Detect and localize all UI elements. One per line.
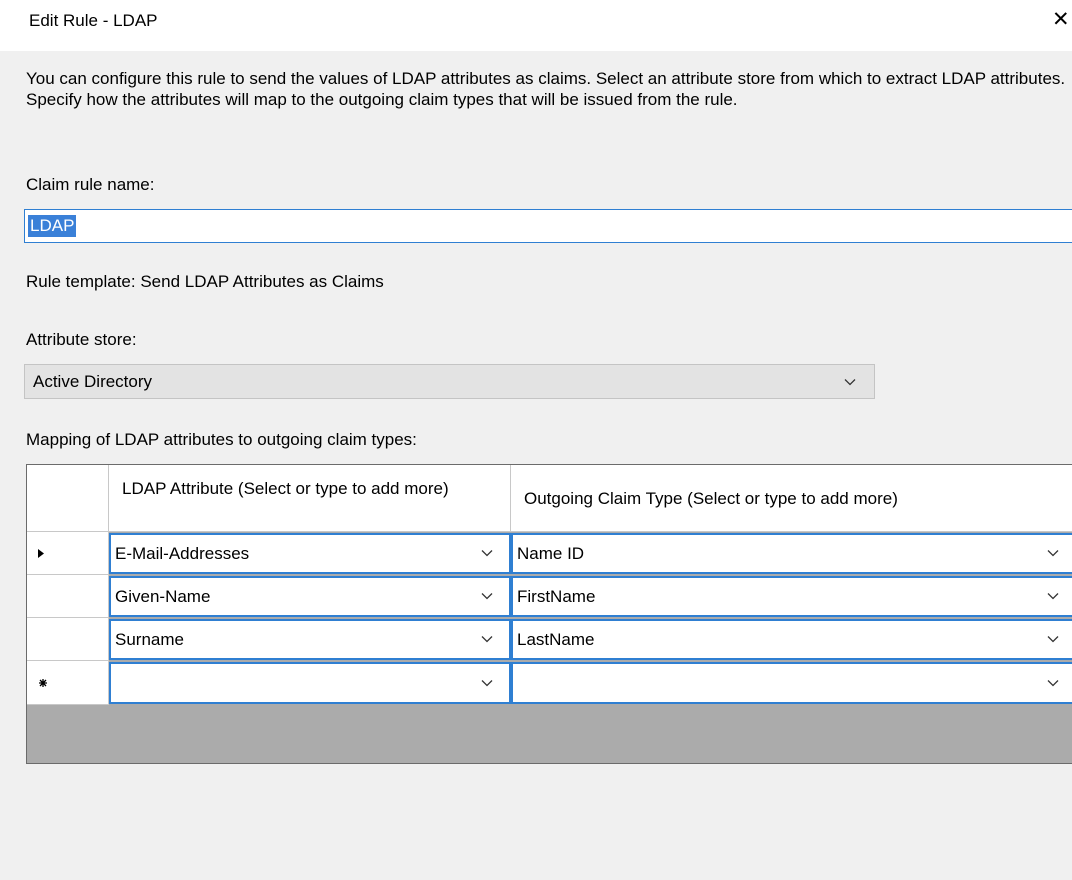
claim-rule-name-value: LDAP [28, 215, 77, 237]
column-header-ldap-attribute-text: LDAP Attribute (Select or type to add mo… [122, 479, 449, 498]
current-row-arrow-icon [38, 549, 44, 558]
claim-type-combo[interactable]: FirstName [511, 576, 1072, 617]
claim-type-value: FirstName [517, 587, 596, 606]
chevron-down-icon [1047, 680, 1059, 687]
chevron-down-icon [1047, 593, 1059, 600]
close-icon[interactable]: ✕ [1052, 7, 1072, 33]
chevron-down-icon [481, 593, 493, 600]
column-header-outgoing-claim-type-text: Outgoing Claim Type (Select or type to a… [524, 489, 898, 508]
claim-type-value: LastName [517, 630, 595, 649]
window-title: Edit Rule - LDAP [29, 11, 158, 30]
ldap-attribute-value: E-Mail-Addresses [115, 544, 250, 563]
ldap-attribute-value: Given-Name [115, 587, 211, 606]
column-header-outgoing-claim-type[interactable]: Outgoing Claim Type (Select or type to a… [511, 465, 1072, 532]
claim-rule-name-label: Claim rule name: [26, 175, 155, 194]
mapping-grid: LDAP Attribute (Select or type to add mo… [26, 464, 1072, 764]
column-header-ldap-attribute[interactable]: LDAP Attribute (Select or type to add mo… [109, 465, 511, 532]
row-header[interactable] [27, 661, 109, 705]
mapping-label: Mapping of LDAP attributes to outgoing c… [26, 430, 417, 449]
claim-type-combo[interactable] [511, 662, 1072, 704]
claim-type-value: Name ID [517, 544, 585, 563]
chevron-down-icon [481, 680, 493, 687]
attribute-store-select[interactable]: Active Directory [24, 364, 875, 399]
edit-rule-dialog: Edit Rule - LDAP ✕ You can configure thi… [0, 0, 1072, 880]
grid-corner-header [27, 465, 109, 532]
rule-description: You can configure this rule to send the … [26, 69, 1066, 109]
ldap-attribute-value: Surname [115, 630, 184, 649]
attribute-store-label: Attribute store: [26, 330, 137, 349]
rule-template-text: Rule template: Send LDAP Attributes as C… [26, 272, 384, 291]
chevron-down-icon [481, 550, 493, 557]
chevron-down-icon [1047, 550, 1059, 557]
row-header[interactable] [27, 618, 109, 661]
ldap-attribute-combo[interactable]: E-Mail-Addresses [109, 533, 511, 574]
ldap-attribute-combo[interactable]: Given-Name [109, 576, 511, 617]
claim-type-combo[interactable]: LastName [511, 619, 1072, 660]
ldap-attribute-combo[interactable]: Surname [109, 619, 511, 660]
chevron-down-icon [1047, 636, 1059, 643]
attribute-store-value: Active Directory [33, 372, 153, 391]
title-bar: Edit Rule - LDAP ✕ [0, 0, 1072, 51]
chevron-down-icon [481, 636, 493, 643]
row-header[interactable] [27, 575, 109, 618]
claim-rule-name-input[interactable]: LDAP [24, 209, 1072, 243]
chevron-down-icon [844, 379, 856, 386]
new-row-asterisk-icon [39, 679, 47, 687]
row-header[interactable] [27, 532, 109, 575]
claim-type-combo[interactable]: Name ID [511, 533, 1072, 574]
ldap-attribute-combo[interactable] [109, 662, 511, 704]
